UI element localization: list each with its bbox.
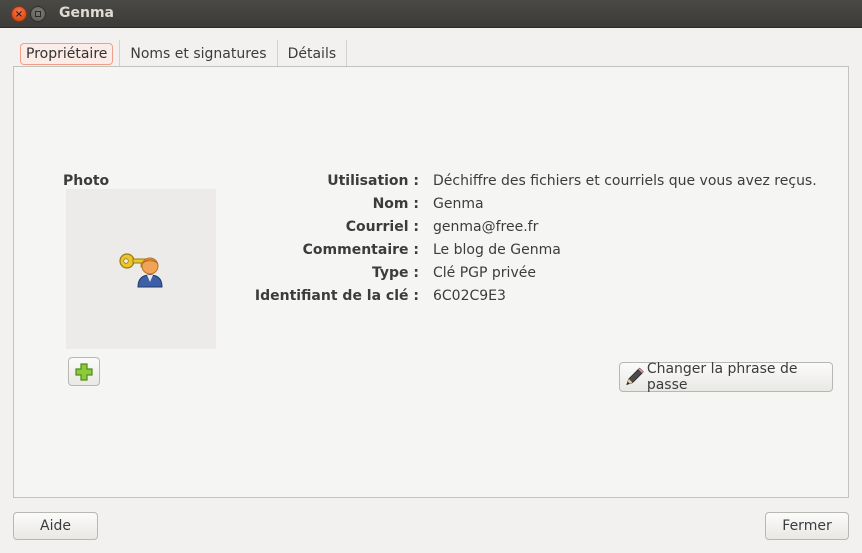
plus-icon [75,362,93,381]
field-value: genma@free.fr [433,219,539,235]
tab-noms-et-signatures[interactable]: Noms et signatures [120,40,278,67]
help-button[interactable]: Aide [13,512,98,540]
tab-details[interactable]: Détails [278,40,348,67]
field-label: Commentaire : [302,242,419,258]
field-label: Nom : [372,196,419,212]
tab-label: Propriétaire [20,42,114,65]
photo-label: Photo [63,173,110,189]
field-label: Courriel : [345,219,419,235]
field-value: 6C02C9E3 [433,288,506,304]
window-title: Genma [59,5,114,21]
field-value: Le blog de Genma [433,242,561,258]
tab-label: Détails [287,45,337,62]
tab-label: Noms et signatures [130,45,267,62]
key-properties-window: × Genma Propriétaire Noms et signatures … [0,0,862,553]
owner-panel: Photo Utilisation : Déchiffre des fichie… [13,66,849,498]
close-button[interactable]: Fermer [765,512,849,540]
field-label: Type : [371,265,419,281]
field-label: Identifiant de la clé : [254,288,419,304]
add-photo-button[interactable] [68,357,100,386]
change-passphrase-button[interactable]: Changer la phrase de passe [619,361,833,393]
tab-proprietaire[interactable]: Propriétaire [14,40,121,67]
field-value: Clé PGP privée [433,265,536,281]
field-value: Déchiffre des fichiers et courriels que … [433,173,817,189]
title-bar[interactable]: × Genma [0,0,862,28]
change-passphrase-label: Changer la phrase de passe [646,361,798,393]
pencil-icon [626,367,644,386]
close-label: Fermer [782,518,832,534]
tab-bar: Propriétaire Noms et signatures Détails [14,40,348,67]
close-icon: × [14,8,24,20]
field-value: Genma [433,196,484,212]
window-close-button[interactable]: × [11,6,27,22]
window-maximize-button[interactable] [30,6,46,22]
maximize-icon [35,11,41,17]
help-label: Aide [40,518,71,534]
field-label: Utilisation : [327,173,419,189]
